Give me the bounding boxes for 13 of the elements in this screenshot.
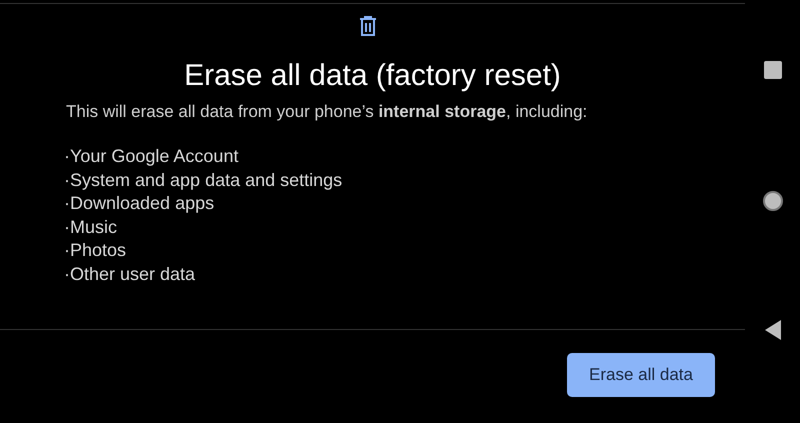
description-text: This will erase all data from your phone’s internal storage, including:	[65, 101, 588, 123]
dialog-title: Erase all data (factory reset)	[183, 58, 562, 94]
trash-icon	[358, 15, 378, 37]
back-icon[interactable]	[764, 320, 780, 340]
list-item: ·Your Google Account	[64, 145, 240, 168]
list-item: ·Other user data	[64, 262, 196, 286]
erase-button[interactable]: Erase all data	[567, 353, 715, 397]
list-item: ·Downloaded apps	[64, 192, 216, 215]
list-item: ·Music	[64, 216, 118, 238]
list-item: ·System and app data and settings	[64, 168, 344, 192]
list-item: ·Photos	[64, 239, 128, 262]
recents-icon[interactable]	[764, 61, 782, 79]
home-icon[interactable]	[762, 190, 784, 212]
